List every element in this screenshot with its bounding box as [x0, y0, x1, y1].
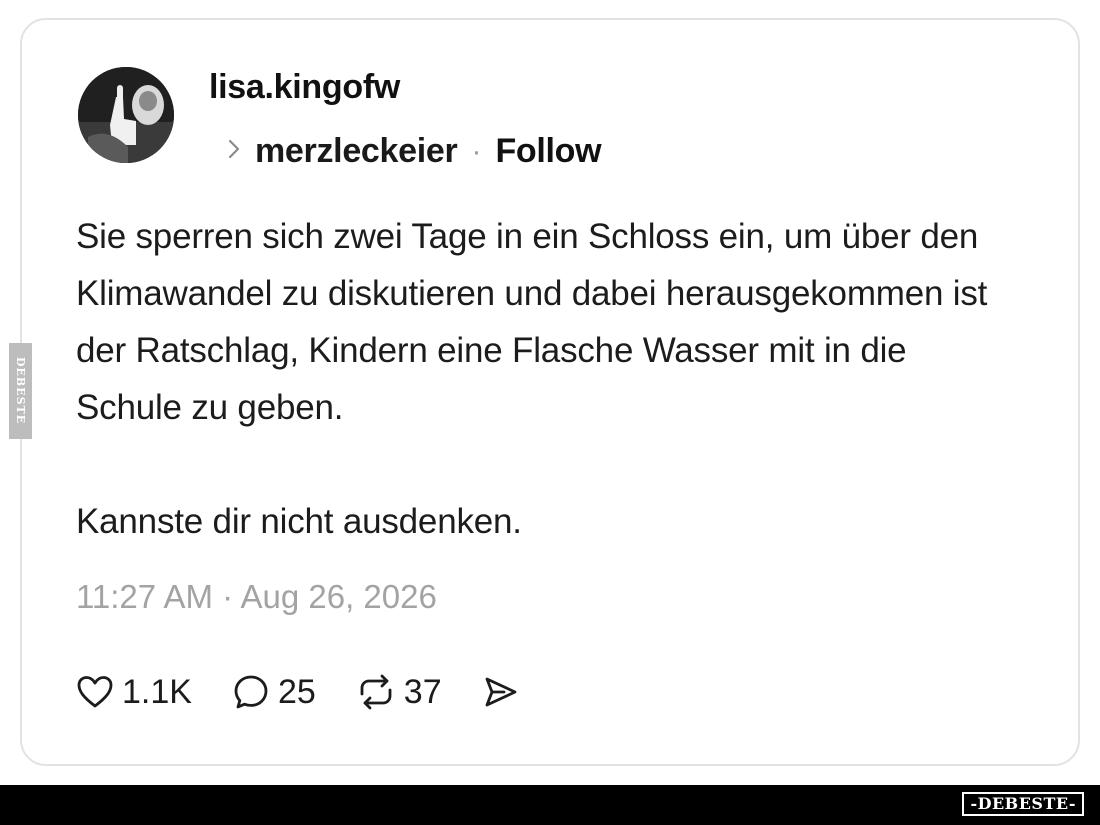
share-button[interactable]: [482, 674, 520, 710]
repost-button[interactable]: 37: [356, 673, 442, 712]
post-body: Sie sperren sich zwei Tage in ein Schlos…: [76, 208, 1006, 550]
repost-arrows-icon: [356, 674, 396, 710]
reply-button[interactable]: 25: [232, 673, 316, 712]
post-text-paragraph: Kannste dir nicht ausdenken.: [76, 502, 522, 541]
reply-username[interactable]: merzleckeier: [255, 132, 458, 171]
separator-dot: ·: [471, 134, 482, 168]
post-timestamp: 11:27 AM · Aug 26, 2026: [76, 578, 437, 615]
watermark-logo: -DEBESTE-: [962, 792, 1084, 816]
like-count: 1.1K: [122, 672, 192, 711]
heart-icon: [76, 674, 114, 710]
follow-button[interactable]: Follow: [495, 132, 601, 171]
username[interactable]: lisa.kingofw: [209, 68, 400, 107]
reply-count: 25: [277, 672, 316, 711]
repost-count: 37: [403, 672, 442, 711]
side-watermark-text: DEBESTE: [14, 357, 27, 425]
post-card: lisa.kingofw merzleckeier · Follow Sie s…: [20, 18, 1080, 766]
send-icon: [482, 674, 520, 710]
side-watermark: DEBESTE: [9, 343, 32, 439]
action-bar: 1.1K 25 37: [76, 670, 560, 714]
chevron-right-icon: [227, 137, 241, 166]
reply-context: merzleckeier · Follow: [227, 132, 602, 171]
post-text-paragraph: Sie sperren sich zwei Tage in ein Schlos…: [76, 217, 988, 427]
avatar[interactable]: [78, 67, 174, 163]
like-button[interactable]: 1.1K: [76, 673, 192, 712]
speech-bubble-icon: [232, 673, 270, 711]
footer-bar: -DEBESTE-: [0, 785, 1100, 825]
avatar-image: [78, 67, 174, 163]
